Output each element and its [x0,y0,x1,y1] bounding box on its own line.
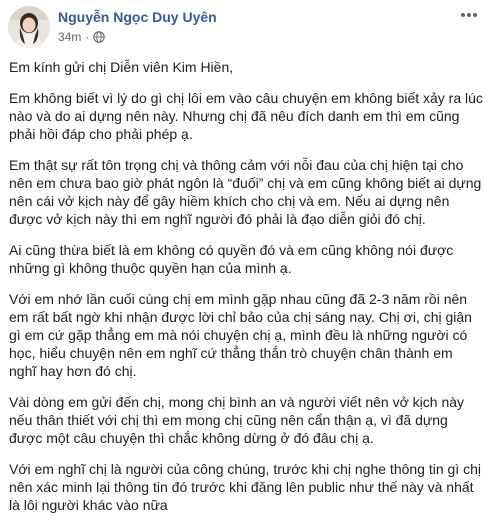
post-paragraph: Với em nhớ lần cuối cùng chị em mình gặp… [9,290,472,380]
post-timestamp[interactable]: 34m [58,30,81,44]
post-meta: 34m · [58,30,106,44]
post-options-button[interactable] [458,7,480,23]
post-paragraph: Với em nghĩ chị là người của công chúng,… [9,461,481,514]
post-paragraph: Em kính gửi chị Diễn viên Kim Hiền, [9,59,234,75]
post-paragraph: Vài dòng em gửi đến chị, mong chị bình a… [9,394,465,447]
post-header: Nguyễn Ngọc Duy Uyên 34m · [0,0,490,55]
meta-separator: · [85,30,90,44]
post-paragraph: Ai cũng thừa biết là em không có quyền đ… [9,241,454,276]
avatar-image [8,6,50,48]
avatar[interactable] [8,6,50,48]
post-body: Em kính gửi chị Diễn viên Kim Hiền, Em k… [9,58,483,527]
author-name[interactable]: Nguyễn Ngọc Duy Uyên [58,9,217,25]
more-horizontal-icon [461,13,477,17]
globe-icon[interactable] [93,31,106,43]
post-paragraph: Em không biết vì lý do gì chị lôi em vào… [9,89,483,142]
facebook-post: Nguyễn Ngọc Duy Uyên 34m · Em kính gửi c… [0,0,490,513]
post-paragraph: Em thật sự rất tôn trọng chị và thông cả… [9,156,482,228]
